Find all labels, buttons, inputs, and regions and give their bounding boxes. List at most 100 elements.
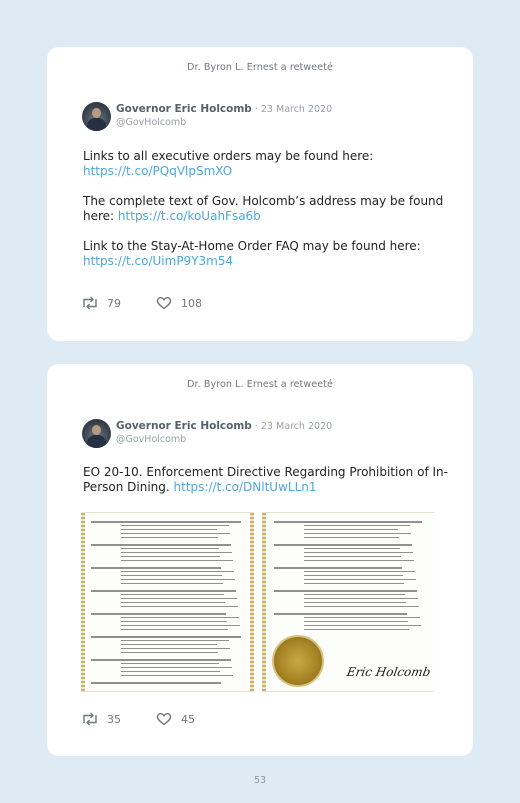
paragraph-3: Link to the Stay-At-Home Order FAQ may b… [83,239,451,269]
separator: · [251,104,261,115]
tweet-actions: 79 108 [81,296,202,310]
doc-text-line [304,537,399,538]
doc-text-line [274,567,402,569]
doc-text-line [121,583,223,584]
doc-text-line [121,671,220,672]
doc-text-line [121,571,234,572]
author-line: Governor Eric Holcomb · 23 March 2020 [116,103,332,115]
doc-text-line [121,675,233,676]
doc-text-line [121,533,230,534]
paragraph-2: The complete text of Gov. Holcomb’s addr… [83,194,451,224]
doc-text-line [121,644,217,645]
doc-text-line [304,525,410,526]
like-count: 108 [181,296,202,310]
doc-text-line [304,552,413,553]
doc-text-line [121,648,230,649]
doc-text-line [121,556,220,557]
tweet-date[interactable]: 23 March 2020 [261,421,332,432]
doc-text-line [304,598,418,599]
doc-text-line [304,606,419,607]
doc-text-line [121,560,233,561]
doc-text-line [121,552,232,553]
doc-text-line [274,613,407,615]
retweet-icon[interactable] [81,296,99,310]
doc-text-line [121,525,229,526]
retweet-count: 79 [107,296,121,310]
doc-text-line [304,583,404,584]
like-count: 45 [181,712,195,726]
doc-text-line [121,548,219,549]
doc-border [262,513,266,691]
doc-text-line [91,659,231,661]
doc-text-line [121,537,218,538]
doc-text-line [91,521,241,523]
tweet-link[interactable]: https://t.co/PQqVlpSmXO [83,164,232,178]
doc-text-line [121,575,222,576]
doc-text-line [304,571,415,572]
retweet-header: Dr. Byron L. Ernest a retweeté [187,62,333,73]
avatar[interactable] [82,102,111,131]
doc-text-line [121,617,239,618]
doc-text-line [274,590,417,592]
heart-icon[interactable] [155,712,173,726]
author-handle: @GovHolcomb [116,434,187,445]
author-name[interactable]: Governor Eric Holcomb [116,103,252,115]
doc-text-line [304,529,398,530]
doc-text-line [121,602,225,603]
separator: · [251,421,261,432]
doc-text-line [121,640,229,641]
doc-text-line [91,567,221,569]
paragraph-1: Links to all executive orders may be fou… [83,149,451,179]
doc-text-line [91,613,226,615]
doc-border [81,513,85,691]
heart-icon[interactable] [155,296,173,310]
doc-text-line [304,533,411,534]
tweet-link[interactable]: https://t.co/koUahFsa6b [118,209,261,223]
doc-text-line [121,606,238,607]
doc-text-line [91,636,241,638]
tweet-date[interactable]: 23 March 2020 [261,104,332,115]
doc-text-line [121,652,218,653]
doc-text-line [121,625,240,626]
tweet-actions: 35 45 [81,712,195,726]
tweet-link[interactable]: https://t.co/UimP9Y3m54 [83,254,233,268]
paragraph-text: Link to the Stay-At-Home Order FAQ may b… [83,239,421,253]
doc-text-line [91,590,236,592]
doc-text-line [91,544,231,546]
paragraph-text: Links to all executive orders may be fou… [83,149,374,163]
doc-text-line [121,594,224,595]
doc-text-line [304,560,414,561]
doc-border [250,513,254,691]
doc-text-line [274,544,412,546]
doc-text-line [304,602,406,603]
page-number: 53 [253,775,267,786]
doc-text-line [91,682,221,684]
doc-text-line [304,617,420,618]
doc-text-line [121,529,217,530]
doc-text-line [304,625,421,626]
signature: Eric Holcomb [345,665,432,679]
document-image-right[interactable]: Eric Holcomb [262,512,434,692]
doc-text-line [304,629,409,630]
doc-text-line [121,663,219,664]
tweet-link[interactable]: https://t.co/DNltUwLLn1 [174,480,317,494]
doc-text-line [304,575,403,576]
avatar[interactable] [82,419,111,448]
doc-text-line [274,521,422,523]
doc-text-line [121,598,237,599]
doc-text-line [121,579,235,580]
doc-text-line [304,548,400,549]
retweet-icon[interactable] [81,712,99,726]
document-image-left[interactable] [81,512,254,692]
doc-text-line [304,594,405,595]
author-name[interactable]: Governor Eric Holcomb [116,420,252,432]
state-seal-icon [272,635,324,687]
tweet-card-1: Dr. Byron L. Ernest a retweeté Governor … [47,47,473,341]
doc-text-line [121,629,228,630]
doc-text-line [121,621,227,622]
author-line: Governor Eric Holcomb · 23 March 2020 [116,420,332,432]
doc-text-line [304,556,401,557]
tweet-text: EO 20-10. Enforcement Directive Regardin… [83,465,451,495]
tweet-text: Links to all executive orders may be fou… [83,149,451,284]
doc-text-line [121,667,232,668]
